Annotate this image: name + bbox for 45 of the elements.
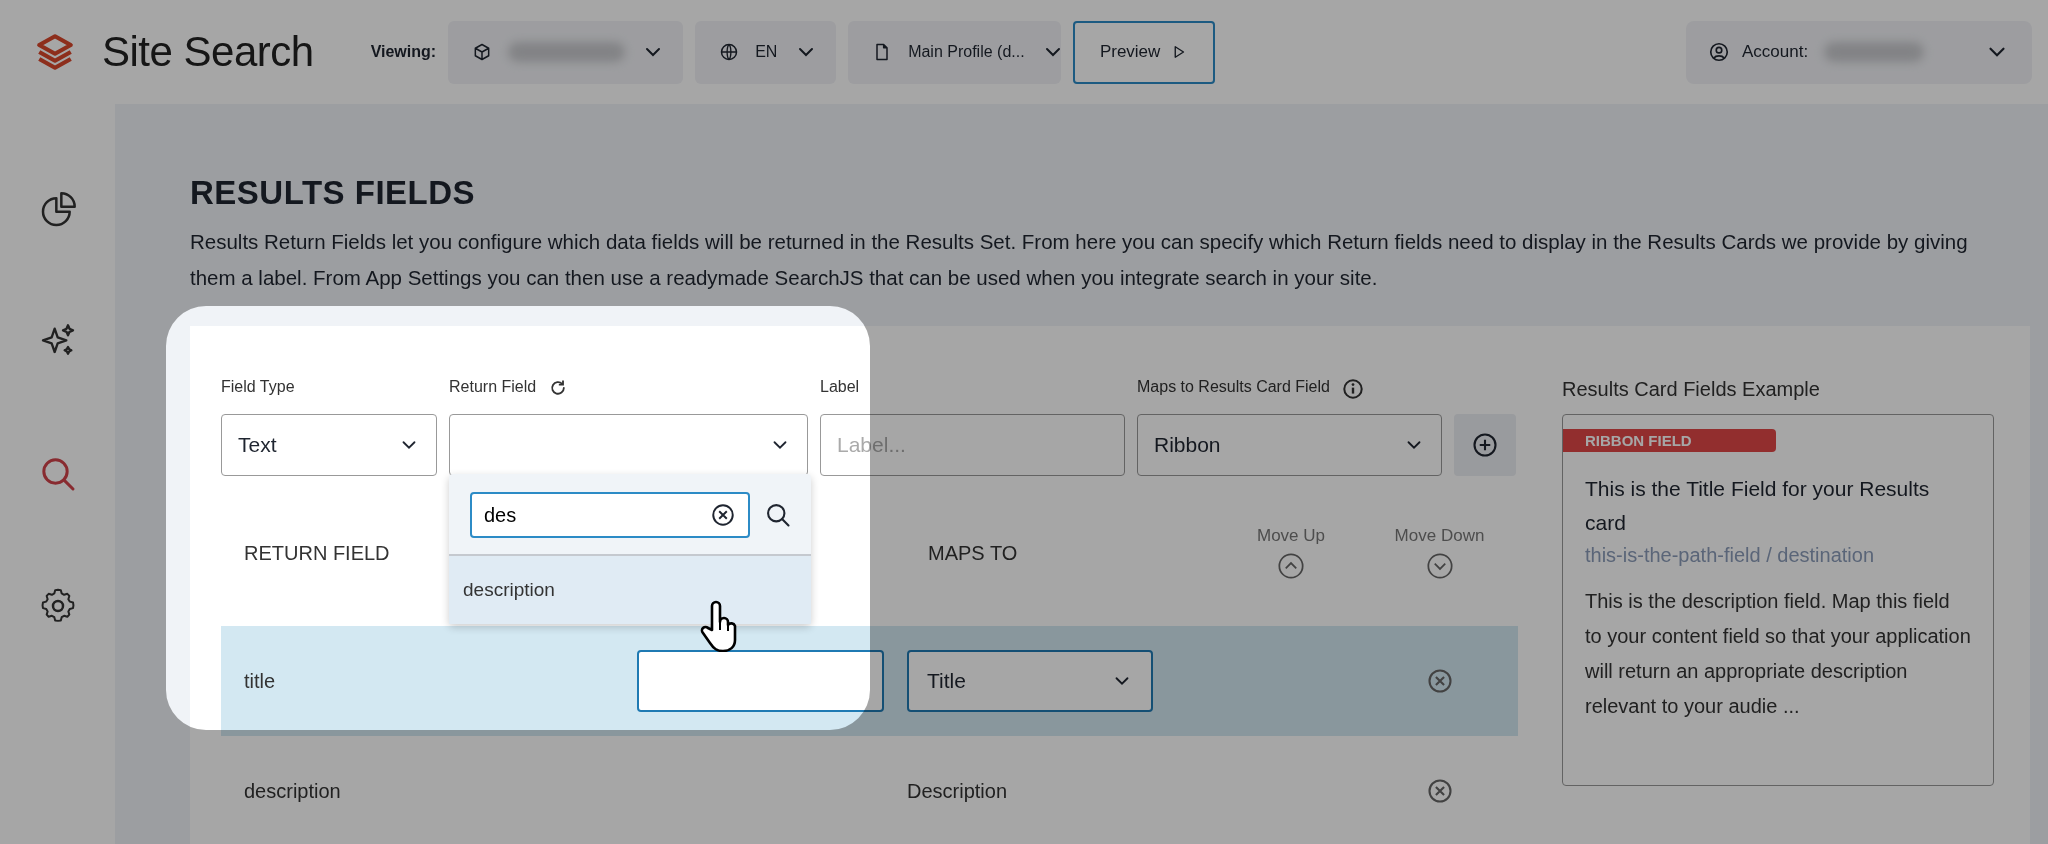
move-down-button[interactable] — [1425, 552, 1454, 580]
table-cell: Description — [907, 779, 1008, 802]
info-icon — [1341, 378, 1364, 400]
search-icon — [764, 501, 792, 529]
column-header: Move Up — [1257, 526, 1325, 546]
table-cell: description — [244, 779, 341, 802]
remove-button[interactable] — [1425, 667, 1454, 695]
clear-icon — [710, 502, 736, 528]
move-up-button[interactable] — [1277, 552, 1305, 580]
globe-icon — [719, 42, 740, 62]
column-header: RETURN FIELD — [244, 541, 390, 564]
table-cell: title — [244, 669, 276, 692]
page-description: Results Return Fields let you configure which data fields will be returned in the Results Set. From here you can specify which Return fields need to display in the Results Cards we provide by giving them a label. From App Settings you can then use a readymade SearchJS that can be used when you integrate search in your site. — [190, 229, 1969, 291]
select-dropdown[interactable]: Text — [221, 414, 437, 476]
column-header: Move Down — [1394, 526, 1485, 546]
dropdown-option[interactable]: description — [449, 556, 811, 624]
field-label: Maps to Results Card Field — [1137, 378, 1330, 396]
ribbon-label: RIBBON FIELD — [1563, 429, 1776, 452]
table-row[interactable]: description Description — [221, 736, 1518, 844]
preview-button[interactable]: Preview — [1073, 20, 1216, 84]
select-dropdown[interactable]: Ribbon — [1137, 414, 1442, 476]
section-title: Results Card Fields Example — [1562, 378, 1821, 402]
page-title: RESULTS FIELDS — [190, 174, 477, 212]
account-dropdown[interactable]: Account: — [1686, 20, 2032, 84]
layers-logo-icon — [34, 31, 76, 73]
card-description: This is the description field. Map this field to your content field so that your application will return an appropriate description relevant to your audie ... — [1585, 589, 1971, 719]
viewing-label: Viewing: — [370, 43, 437, 61]
plus-circle-icon — [1471, 431, 1499, 459]
selector-dropdown[interactable]: EN — [695, 20, 837, 84]
remove-button[interactable] — [1425, 777, 1454, 805]
app-title: Site Search — [102, 28, 314, 76]
field-label: Field Type — [221, 378, 295, 396]
select-dropdown[interactable] — [449, 414, 808, 476]
table-row[interactable]: title Title — [221, 626, 1518, 736]
search-field[interactable]: des — [470, 492, 750, 538]
field-label: Label — [820, 378, 860, 396]
selector-dropdown[interactable]: Main Profile (d... — [848, 20, 1062, 84]
label-input[interactable] — [637, 650, 884, 712]
user-circle-icon — [1708, 41, 1730, 63]
column-header: MAPS TO — [927, 541, 1018, 564]
card-title: This is the Title Field for your Results card — [1585, 476, 1931, 536]
select-dropdown[interactable]: Title — [907, 650, 1153, 712]
field-label: Return Field — [449, 378, 537, 396]
card-path: this-is-the-path-field / destination — [1585, 543, 1876, 568]
add-button[interactable] — [1454, 414, 1516, 476]
